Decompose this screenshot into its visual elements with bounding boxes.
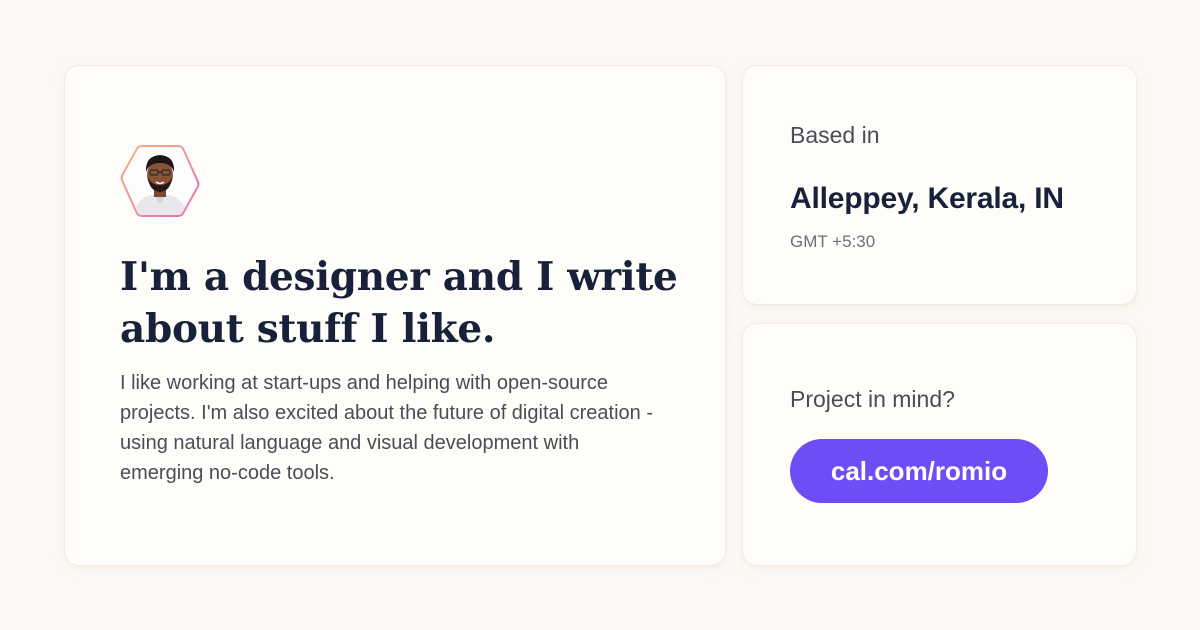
headline: I'm a designer and I write about stuff I… [120,254,678,352]
project-card: Project in mind? cal.com/romio [743,324,1136,565]
location-label: Based in [790,122,880,148]
booking-link-button[interactable]: cal.com/romio [790,439,1048,503]
location-city: Alleppey, Kerala, IN [790,182,1064,215]
location-card: Based in Alleppey, Kerala, IN GMT +5:30 [743,66,1136,304]
page: { "profile": { "headline": "I'm a design… [0,0,1200,630]
bio-text: I like working at start-ups and helping … [120,372,653,484]
avatar [118,142,202,220]
project-label: Project in mind? [790,386,955,412]
profile-photo-icon [120,145,200,217]
timezone-text: GMT +5:30 [790,232,876,251]
intro-card: I'm a designer and I write about stuff I… [65,66,725,565]
